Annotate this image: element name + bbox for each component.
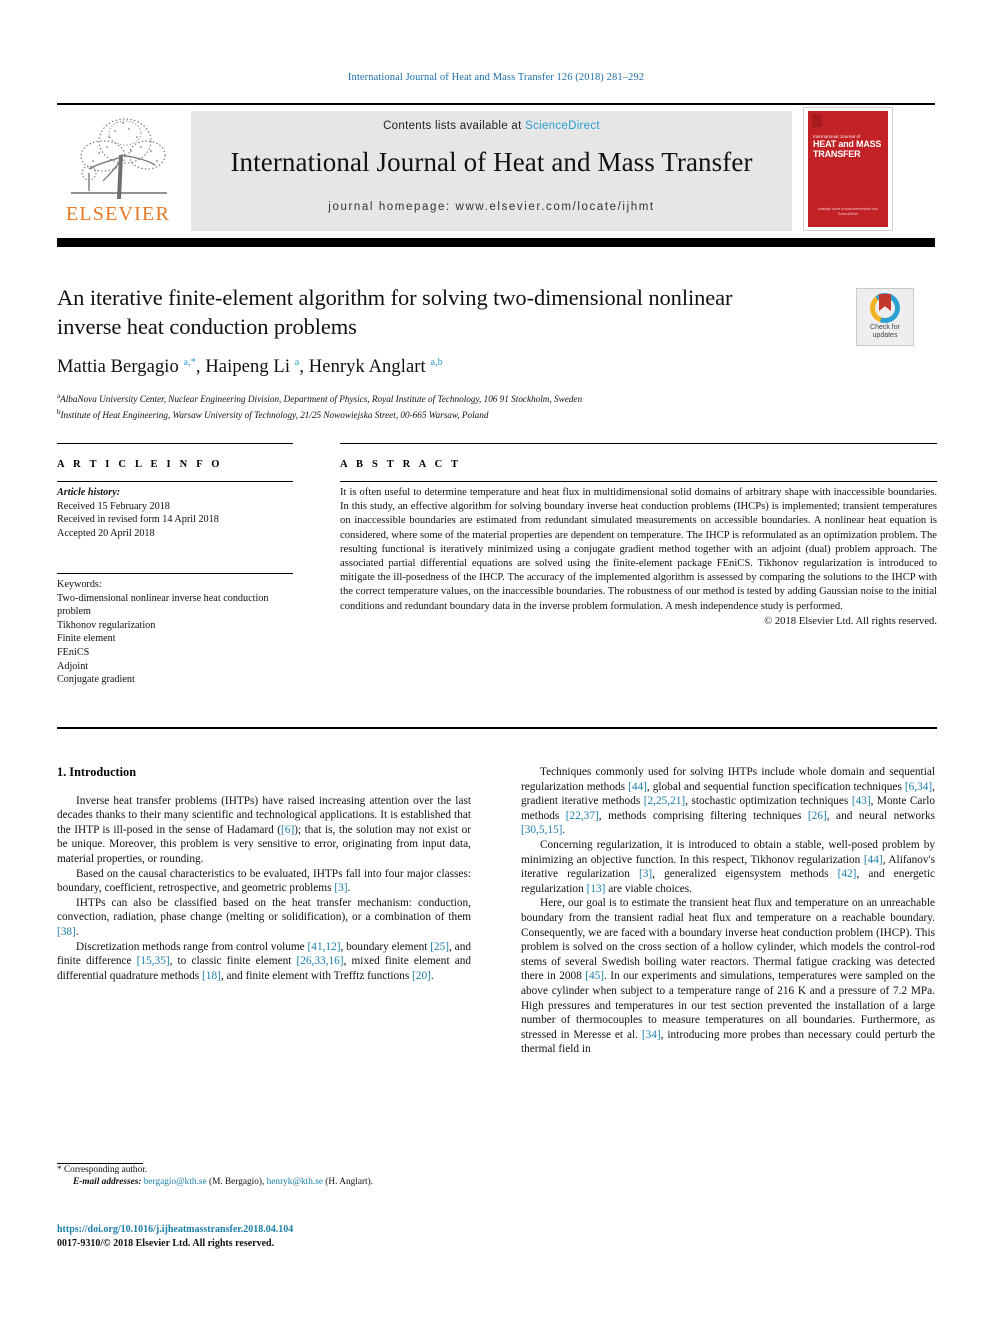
crossmark-badge[interactable]: Check for updates	[856, 288, 914, 346]
paragraph: Concerning regularization, it is introdu…	[521, 838, 935, 895]
keyword-item: Conjugate gradient	[57, 674, 135, 686]
sciencedirect-link[interactable]: ScienceDirect	[525, 120, 600, 132]
article-history-label: Article history:	[57, 487, 121, 498]
paragraph: IHTPs can also be classified based on th…	[57, 896, 471, 938]
journal-homepage-link[interactable]: journal homepage: www.elsevier.com/locat…	[191, 201, 792, 213]
keywords-block: Keywords: Two-dimensional nonlinear inve…	[57, 578, 293, 687]
page-footer: https://doi.org/10.1016/j.ijheatmasstran…	[57, 1223, 487, 1251]
crossmark-label: Check for updates	[870, 324, 900, 339]
abstract-text: It is often useful to determine temperat…	[340, 487, 937, 612]
keywords-rule	[57, 573, 293, 574]
email-name-2: (H. Anglart).	[325, 1177, 374, 1188]
contents-list-line: Contents lists available at ScienceDirec…	[191, 120, 792, 132]
email-name-1: (M. Bergagio),	[208, 1177, 265, 1188]
cover-title-line2: TRANSFER	[813, 148, 861, 159]
author-list: Mattia Bergagio a,*, Haipeng Li a, Henry…	[57, 357, 443, 378]
body-column-right: Techniques commonly used for solving IHT…	[521, 765, 935, 1057]
affiliation-b: bInstitute of Heat Engineering, Warsaw U…	[57, 408, 489, 421]
corresponding-author-note: * Corresponding author.	[57, 1164, 471, 1176]
issn-copyright: 0017-9310/© 2018 Elsevier Ltd. All right…	[57, 1238, 275, 1249]
masthead-bottom-bar	[57, 238, 935, 247]
masthead-top-rule	[57, 103, 935, 105]
corresponding-author-text: Corresponding author.	[63, 1165, 148, 1175]
abstract-rule-bottom	[57, 727, 937, 729]
history-item-0: Received 15 February 2018	[57, 500, 170, 512]
abstract-block: It is often useful to determine temperat…	[340, 486, 937, 629]
info-rule-top	[57, 443, 293, 444]
abstract-copyright: © 2018 Elsevier Ltd. All rights reserved…	[764, 615, 937, 627]
keyword-item: Two-dimensional nonlinear inverse heat c…	[57, 592, 269, 618]
asterisk-icon: *	[57, 1165, 62, 1175]
email-addresses-note: E-mail addresses: bergagio@kth.se (M. Be…	[57, 1176, 471, 1188]
journal-masthead: ELSEVIER Contents lists available at Sci…	[57, 103, 935, 247]
title-block: An iterative finite-element algorithm fo…	[57, 283, 935, 422]
article-history-block: Article history: Received 15 February 20…	[57, 486, 293, 540]
cover-title-line1: HEAT and MASS	[813, 139, 882, 149]
paragraph: Based on the causal characteristics to b…	[57, 867, 471, 895]
journal-cover-thumbnail[interactable]: International Journal of HEAT and MASS T…	[803, 107, 893, 231]
paragraph: Here, our goal is to estimate the transi…	[521, 897, 935, 1056]
affiliation-a-text: AlbaNova University Center, Nuclear Engi…	[60, 394, 583, 405]
elsevier-logo: ELSEVIER	[57, 111, 179, 231]
abstract-rule-top	[340, 443, 937, 444]
abstract-heading: A B S T R A C T	[340, 459, 462, 470]
cover-elsevier-mark-icon	[812, 114, 822, 127]
doi-link[interactable]: https://doi.org/10.1016/j.ijheatmasstran…	[57, 1223, 487, 1237]
paper-page: International Journal of Heat and Mass T…	[0, 0, 992, 1323]
keyword-item: Adjoint	[57, 660, 89, 672]
email-link-1[interactable]: bergagio@kth.se	[144, 1177, 207, 1187]
footnote-block: * Corresponding author. E-mail addresses…	[57, 1164, 471, 1189]
cover-footer: Available online at www.sciencedirect.co…	[818, 207, 878, 216]
keywords-label: Keywords:	[57, 579, 102, 590]
affiliations: aAlbaNova University Center, Nuclear Eng…	[57, 390, 935, 422]
article-info-heading: A R T I C L E I N F O	[57, 459, 223, 470]
abstract-rule-under-heading	[340, 481, 937, 482]
body-column-left: 1. Introduction Inverse heat transfer pr…	[57, 765, 471, 983]
elsevier-wordmark: ELSEVIER	[65, 203, 171, 225]
affiliation-a: aAlbaNova University Center, Nuclear Eng…	[57, 392, 583, 405]
paragraph: Techniques commonly used for solving IHT…	[521, 766, 936, 837]
cover-art: International Journal of HEAT and MASS T…	[808, 111, 888, 227]
keyword-item: Tikhonov regularization	[57, 619, 156, 631]
masthead-band: Contents lists available at ScienceDirec…	[191, 111, 792, 231]
history-item-1: Received in revised form 14 April 2018	[57, 514, 219, 526]
affiliation-b-text: Institute of Heat Engineering, Warsaw Un…	[60, 410, 489, 421]
keyword-item: Finite element	[57, 633, 116, 645]
email-label: E-mail addresses:	[73, 1177, 142, 1188]
keyword-item: FEniCS	[57, 646, 90, 658]
section-heading-introduction: 1. Introduction	[57, 765, 137, 779]
paragraph: Inverse heat transfer problems (IHTPs) h…	[57, 794, 471, 865]
info-rule-under-heading	[57, 481, 293, 482]
journal-title: International Journal of Heat and Mass T…	[230, 147, 753, 177]
running-head: International Journal of Heat and Mass T…	[347, 72, 645, 83]
contents-prefix: Contents lists available at	[383, 120, 526, 132]
cover-title: HEAT and MASS TRANSFER	[813, 139, 882, 159]
elsevier-tree-icon	[71, 118, 167, 199]
paragraph: Discretization methods range from contro…	[57, 940, 472, 982]
email-link-2[interactable]: henryk@kth.se	[267, 1177, 323, 1187]
history-item-2: Accepted 20 April 2018	[57, 527, 155, 539]
page-title: An iterative finite-element algorithm fo…	[57, 285, 733, 339]
crossmark-ring-icon	[870, 293, 900, 323]
